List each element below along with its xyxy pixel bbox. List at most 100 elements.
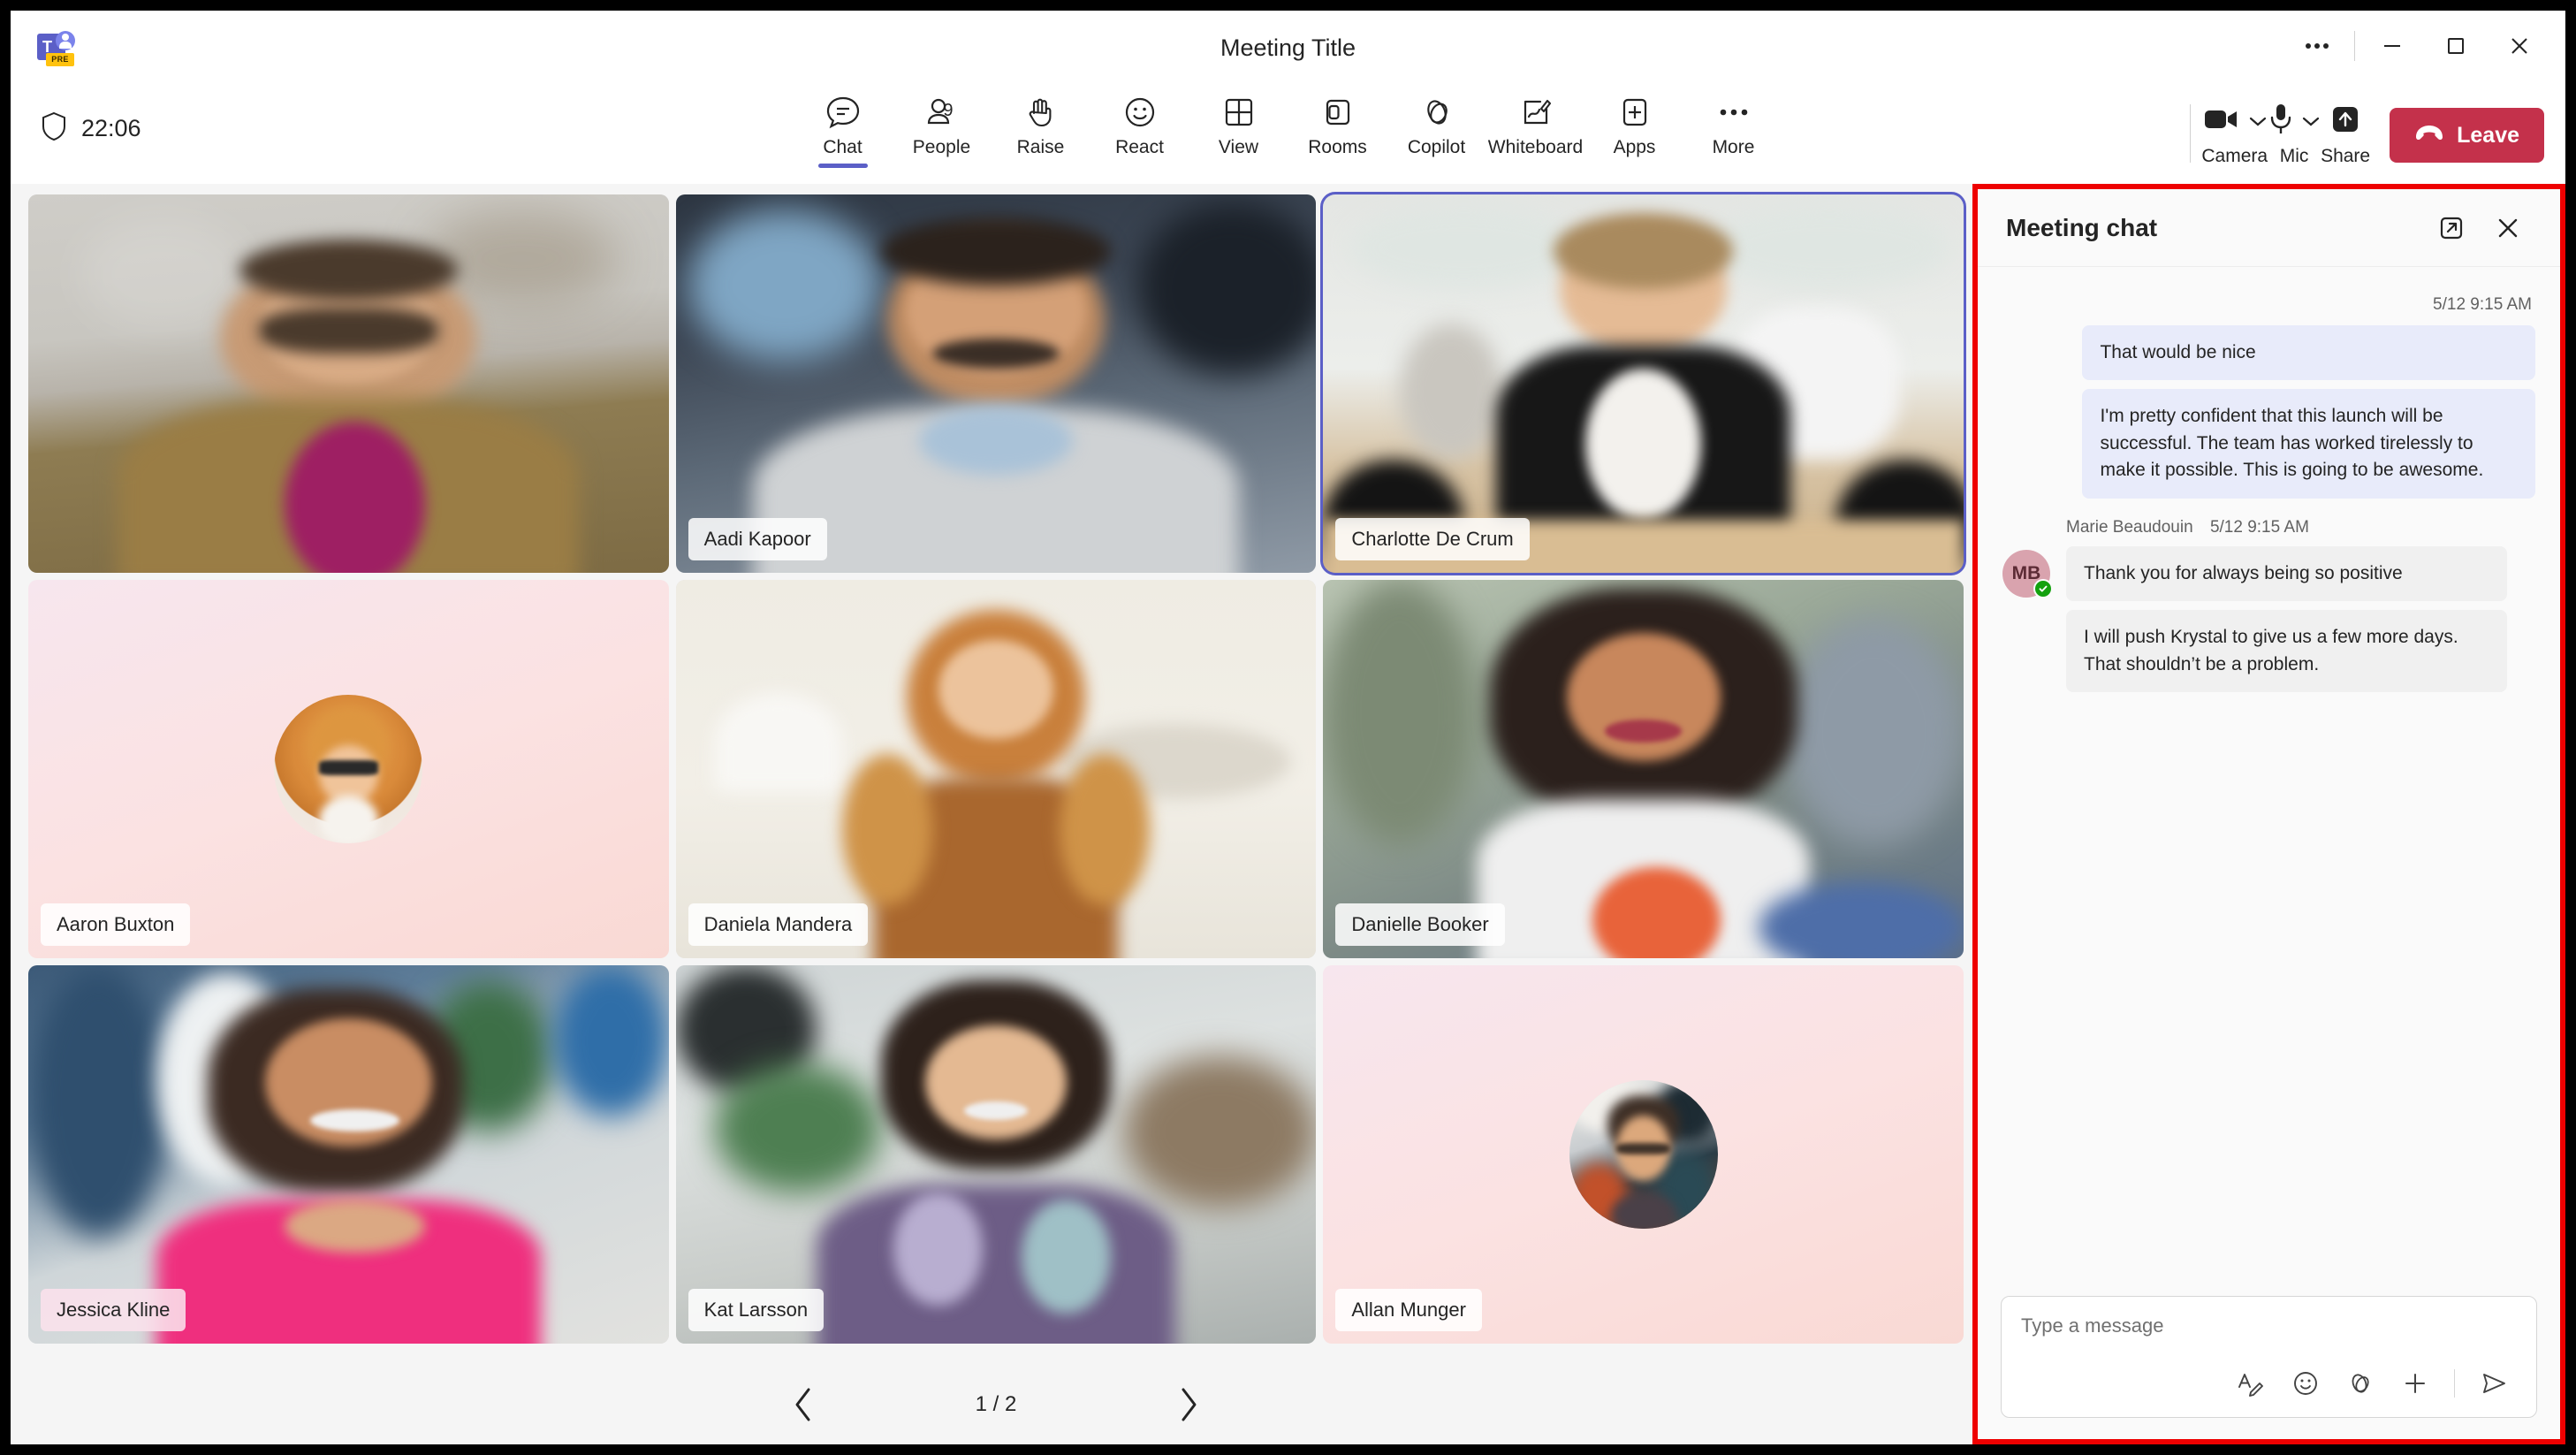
avatar[interactable]: MB bbox=[2002, 549, 2053, 598]
camera-button[interactable]: Camera bbox=[2201, 88, 2268, 167]
more-options-icon[interactable] bbox=[2285, 23, 2349, 69]
message-thread-outgoing: 5/12 9:15 AM That would be nice I'm pret… bbox=[2002, 295, 2535, 499]
video-stage: Aadi Kapoor Charlotte De Crum Aaron Buxt… bbox=[11, 184, 1981, 1444]
participant-tile[interactable]: Danielle Booker bbox=[1323, 580, 1964, 958]
grid-view-icon bbox=[1220, 92, 1258, 133]
pop-out-icon[interactable] bbox=[2428, 204, 2475, 252]
meeting-chat-highlight: Meeting chat 5/12 9:15 AM That would be … bbox=[1972, 184, 2565, 1444]
active-indicator bbox=[817, 164, 868, 168]
chevron-down-icon[interactable] bbox=[2301, 115, 2321, 127]
meeting-toolbar: 22:06 Chat 9 People Raise React View Roo… bbox=[11, 80, 2565, 184]
chevron-right-icon[interactable] bbox=[1164, 1380, 1213, 1429]
message-meta: Marie Beaudouin 5/12 9:15 AM bbox=[2066, 518, 2535, 537]
message-thread-incoming: Marie Beaudouin 5/12 9:15 AM MB Thank yo… bbox=[2002, 518, 2535, 701]
send-icon[interactable] bbox=[2471, 1362, 2517, 1405]
video-feed bbox=[1323, 194, 1964, 573]
chat-header: Meeting chat bbox=[1978, 189, 2560, 267]
participant-tile-active-speaker[interactable]: Charlotte De Crum bbox=[1320, 192, 1966, 575]
minimize-icon[interactable] bbox=[2360, 23, 2424, 69]
divider bbox=[2454, 1369, 2455, 1398]
toolbar-item-rooms[interactable]: Rooms bbox=[1288, 80, 1387, 175]
page-title: Meeting Title bbox=[1220, 34, 1356, 61]
toolbar-label: Chat bbox=[823, 137, 862, 157]
toolbar-item-react[interactable]: React bbox=[1090, 80, 1189, 175]
copilot-icon bbox=[1418, 92, 1455, 133]
camera-icon bbox=[2202, 105, 2241, 138]
video-feed bbox=[675, 194, 1317, 573]
mic-button[interactable]: Mic bbox=[2268, 88, 2321, 167]
avatar bbox=[1569, 1080, 1718, 1229]
participant-tile[interactable]: Aaron Buxton bbox=[28, 580, 669, 958]
more-ellipsis-icon bbox=[1715, 92, 1752, 133]
toolbar-label: Copilot bbox=[1407, 137, 1466, 157]
people-count-badge: 9 bbox=[943, 101, 954, 120]
toolbar-item-copilot[interactable]: Copilot bbox=[1387, 80, 1486, 175]
grid-pagination: 1 / 2 bbox=[28, 1372, 1964, 1437]
participant-tile[interactable]: Allan Munger bbox=[1323, 965, 1964, 1344]
divider bbox=[2354, 31, 2355, 61]
toolbar-label: More bbox=[1712, 137, 1755, 157]
share-label: Share bbox=[2321, 146, 2371, 166]
participant-grid: Aadi Kapoor Charlotte De Crum Aaron Buxt… bbox=[28, 192, 1966, 1344]
message-bubble[interactable]: Thank you for always being so positive bbox=[2066, 545, 2508, 602]
close-icon[interactable] bbox=[2484, 204, 2532, 252]
chat-message-list[interactable]: 5/12 9:15 AM That would be nice I'm pret… bbox=[1978, 267, 2560, 1296]
divider bbox=[2190, 104, 2192, 163]
message-bubble[interactable]: That would be nice bbox=[2082, 325, 2535, 381]
message-sender: Marie Beaudouin bbox=[2066, 517, 2193, 537]
apps-plus-icon bbox=[1616, 92, 1653, 133]
participant-tile[interactable]: Daniela Mandera bbox=[675, 580, 1317, 958]
emoji-icon[interactable] bbox=[2283, 1362, 2329, 1405]
format-text-icon[interactable] bbox=[2228, 1362, 2274, 1405]
toolbar-label: Whiteboard bbox=[1487, 137, 1584, 157]
title-bar: T PRE Meeting Title bbox=[11, 11, 2565, 80]
message-input[interactable]: Type a message bbox=[2021, 1314, 2517, 1350]
video-feed bbox=[1323, 580, 1964, 958]
participant-tile[interactable]: Jessica Kline bbox=[28, 965, 669, 1344]
chat-bubble-icon bbox=[824, 92, 862, 133]
maximize-icon[interactable] bbox=[2424, 23, 2488, 69]
chat-compose-area: Type a message bbox=[1978, 1296, 2560, 1439]
video-feed bbox=[675, 580, 1317, 958]
toolbar-label: Apps bbox=[1613, 137, 1656, 157]
toolbar-label: React bbox=[1115, 137, 1164, 157]
toolbar-label: View bbox=[1218, 137, 1259, 157]
message-timestamp: 5/12 9:15 AM bbox=[2209, 517, 2309, 537]
message-bubble[interactable]: I will push Krystal to give us a few mor… bbox=[2066, 610, 2508, 693]
toolbar-item-chat[interactable]: Chat bbox=[794, 80, 893, 175]
message-timestamp: 5/12 9:15 AM bbox=[2433, 295, 2532, 314]
meeting-chat-panel: Meeting chat 5/12 9:15 AM That would be … bbox=[1978, 189, 2560, 1439]
share-button[interactable]: Share bbox=[2321, 88, 2370, 167]
leave-button[interactable]: Leave bbox=[2390, 108, 2544, 163]
camera-label: Camera bbox=[2201, 146, 2268, 166]
copilot-icon[interactable] bbox=[2337, 1362, 2383, 1405]
avatar bbox=[274, 695, 423, 843]
toolbar-item-view[interactable]: View bbox=[1189, 80, 1288, 175]
participant-name: Danielle Booker bbox=[1335, 903, 1505, 946]
participant-tile[interactable]: Kat Larsson bbox=[675, 965, 1317, 1344]
smiley-icon bbox=[1121, 92, 1159, 133]
plus-attach-icon[interactable] bbox=[2392, 1362, 2438, 1405]
video-feed bbox=[28, 965, 669, 1344]
toolbar-av-controls: Camera Mic Share Leave bbox=[2179, 88, 2544, 177]
toolbar-item-more[interactable]: More bbox=[1684, 80, 1783, 175]
participant-tile[interactable]: Aadi Kapoor bbox=[675, 194, 1317, 573]
participant-name: Aaron Buxton bbox=[41, 903, 191, 946]
message-bubble[interactable]: I'm pretty confident that this launch wi… bbox=[2082, 389, 2535, 499]
participant-name: Allan Munger bbox=[1335, 1289, 1482, 1331]
toolbar-item-apps[interactable]: Apps bbox=[1585, 80, 1684, 175]
toolbar-item-raise[interactable]: Raise bbox=[992, 80, 1090, 175]
close-icon[interactable] bbox=[2488, 23, 2551, 69]
raise-hand-icon bbox=[1022, 92, 1060, 133]
participant-tile[interactable] bbox=[28, 194, 669, 573]
toolbar-item-people[interactable]: 9 People bbox=[893, 80, 992, 175]
participant-name: Charlotte De Crum bbox=[1335, 518, 1530, 560]
compose-box[interactable]: Type a message bbox=[2001, 1296, 2537, 1418]
video-feed bbox=[28, 194, 669, 573]
breakout-rooms-icon bbox=[1319, 92, 1356, 133]
toolbar-item-whiteboard[interactable]: Whiteboard bbox=[1486, 80, 1585, 175]
chevron-left-icon[interactable] bbox=[779, 1380, 828, 1429]
participant-name: Kat Larsson bbox=[688, 1289, 824, 1331]
share-arrow-up-icon bbox=[2329, 103, 2361, 140]
chevron-down-icon[interactable] bbox=[2248, 115, 2268, 127]
